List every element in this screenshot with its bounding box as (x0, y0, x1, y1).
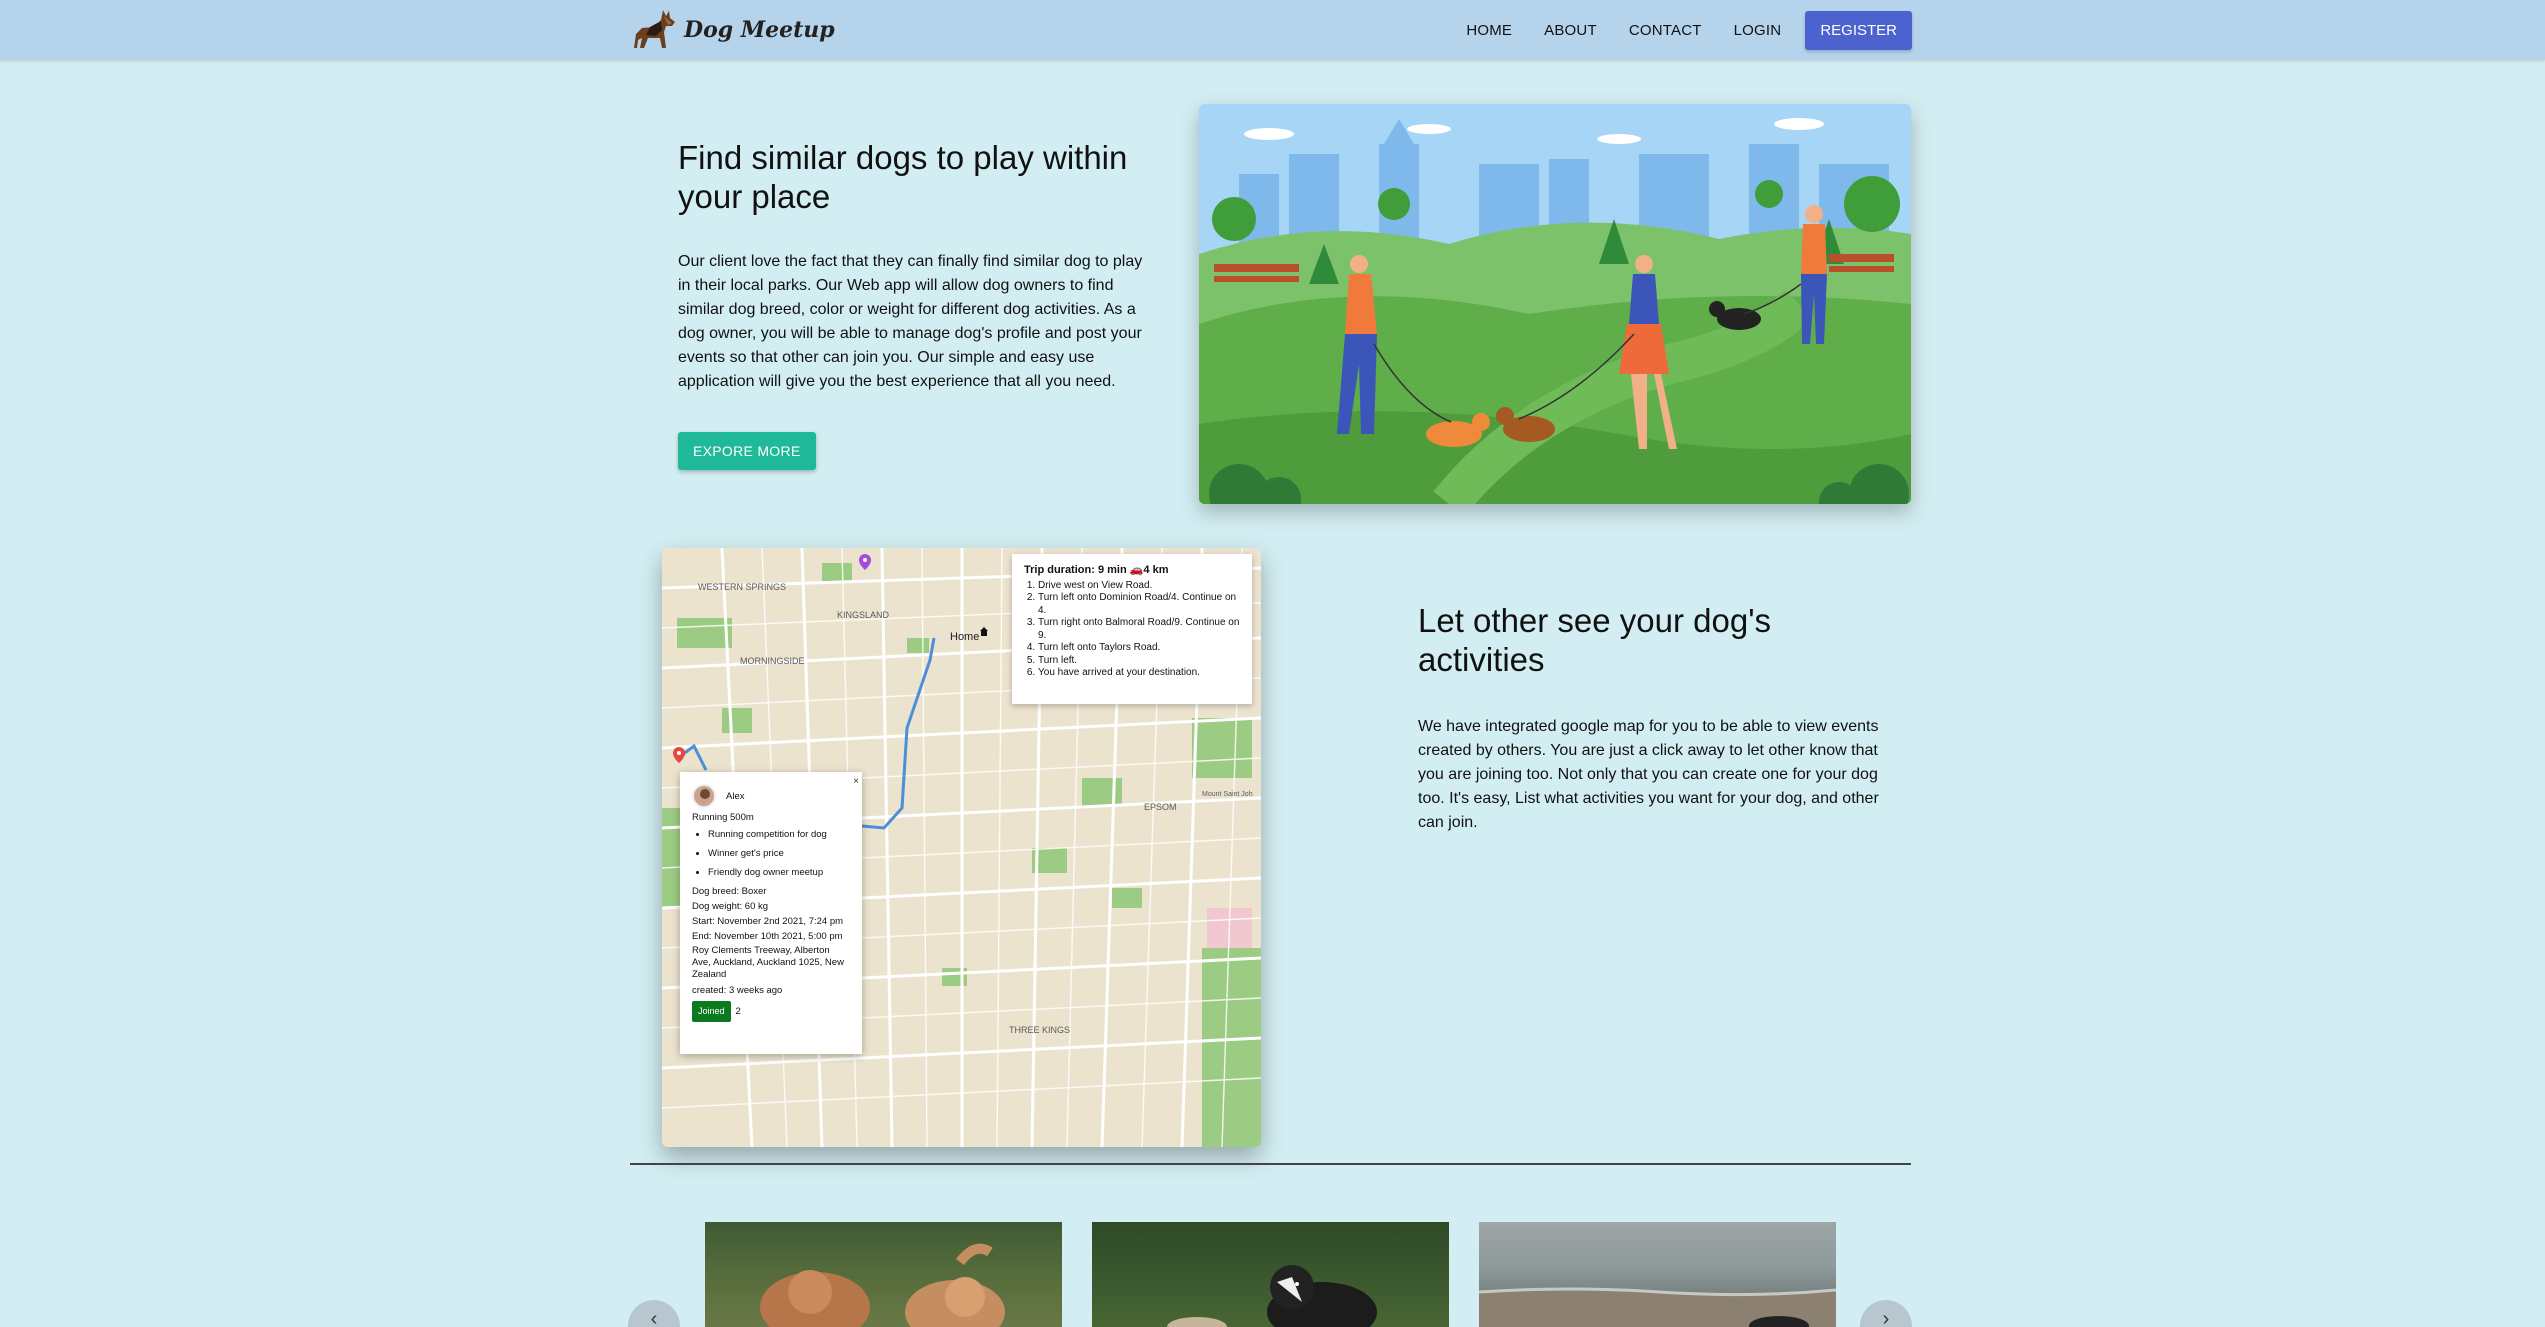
nav-contact[interactable]: CONTACT (1613, 22, 1718, 39)
trip-duration: Trip duration: 9 min 🚗4 km (1024, 564, 1169, 576)
carousel-prev-button[interactable]: ‹ (628, 1300, 680, 1327)
joined-count: 2 (735, 1006, 741, 1017)
main-nav: HOME ABOUT CONTACT LOGIN REGISTER (1450, 0, 1912, 60)
trip-step: You have arrived at your destination. (1038, 667, 1240, 680)
map-label-western-springs: WESTERN SPRINGS (698, 582, 786, 592)
google-map[interactable]: WESTERN SPRINGS KINGSLAND MORNINGSIDE EP… (662, 548, 1261, 1147)
carousel-card-dogs-playing[interactable] (705, 1222, 1062, 1327)
list-item: Running competition for dog (708, 827, 850, 842)
event-activity: Running 500m (692, 812, 754, 823)
brand[interactable]: Dog Meetup (628, 6, 835, 54)
trip-step: Turn left onto Taylors Road. (1038, 642, 1240, 655)
dog-park-illustration (1199, 104, 1911, 504)
map-label-morningside: MORNINGSIDE (740, 656, 805, 666)
avatar (692, 784, 716, 808)
brand-name: Dog Meetup (684, 17, 835, 43)
list-item: Friendly dog owner meetup (708, 865, 850, 880)
dog-logo-icon (634, 10, 675, 48)
divider (630, 1163, 1911, 1165)
trip-steps: Drive west on View Road. Turn left onto … (1024, 580, 1240, 680)
event-items: Running competition for dog Winner get's… (692, 827, 850, 880)
nav-home[interactable]: HOME (1450, 22, 1528, 39)
event-user: Alex (726, 790, 745, 802)
event-start: Start: November 2nd 2021, 7:24 pm (692, 916, 844, 927)
map-label-mount-saint-john: Mount Saint Joh (1202, 791, 1253, 798)
nav-about[interactable]: ABOUT (1528, 22, 1613, 39)
section-title: Let other see your dog's activities (1418, 602, 1772, 678)
map-label-epsom: EPSOM (1144, 802, 1177, 812)
event-info-window: × Alex Running 500m Running competition … (680, 772, 862, 1054)
nav-login[interactable]: LOGIN (1718, 22, 1798, 39)
event-address: Roy Clements Treeway, Alberton Ave, Auck… (692, 945, 844, 980)
trip-step: Turn left. (1038, 655, 1240, 668)
event-created: created: 3 weeks ago (692, 985, 783, 996)
carousel-card-dogs-running[interactable] (1092, 1222, 1449, 1327)
event-end: End: November 10th 2021, 5:00 pm (692, 931, 843, 942)
section-description: We have integrated google map for you to… (1418, 718, 1879, 831)
event-breed: Dog breed: Boxer (692, 886, 767, 897)
explore-more-button[interactable]: EXPORE MORE (678, 432, 816, 470)
event-weight: Dog weight: 60 kg (692, 901, 769, 912)
close-icon[interactable]: × (853, 774, 859, 789)
map-label-kingsland: KINGSLAND (837, 610, 890, 620)
register-button[interactable]: REGISTER (1805, 10, 1912, 50)
navbar: Dog Meetup HOME ABOUT CONTACT LOGIN REGI… (0, 0, 2545, 60)
hero-title: Find similar dogs to play within your pl… (678, 139, 1128, 215)
map-label-three-kings: THREE KINGS (1009, 1025, 1070, 1035)
trip-step: Turn right onto Balmoral Road/9. Continu… (1038, 617, 1240, 642)
joined-row: Joined 2 (692, 1001, 850, 1022)
trip-step: Drive west on View Road. (1038, 580, 1240, 593)
carousel-card-beach[interactable] (1479, 1222, 1836, 1327)
list-item: Winner get's price (708, 846, 850, 861)
map-label-home: Home (950, 631, 979, 643)
hero-description: Our client love the fact that they can f… (678, 253, 1143, 390)
trip-step: Turn left onto Dominion Road/4. Continue… (1038, 592, 1240, 617)
trip-directions-panel: Trip duration: 9 min 🚗4 km Drive west on… (1012, 554, 1252, 704)
joined-button[interactable]: Joined (692, 1001, 731, 1022)
event-header: Alex (692, 784, 850, 808)
carousel-next-button[interactable]: › (1860, 1300, 1912, 1327)
